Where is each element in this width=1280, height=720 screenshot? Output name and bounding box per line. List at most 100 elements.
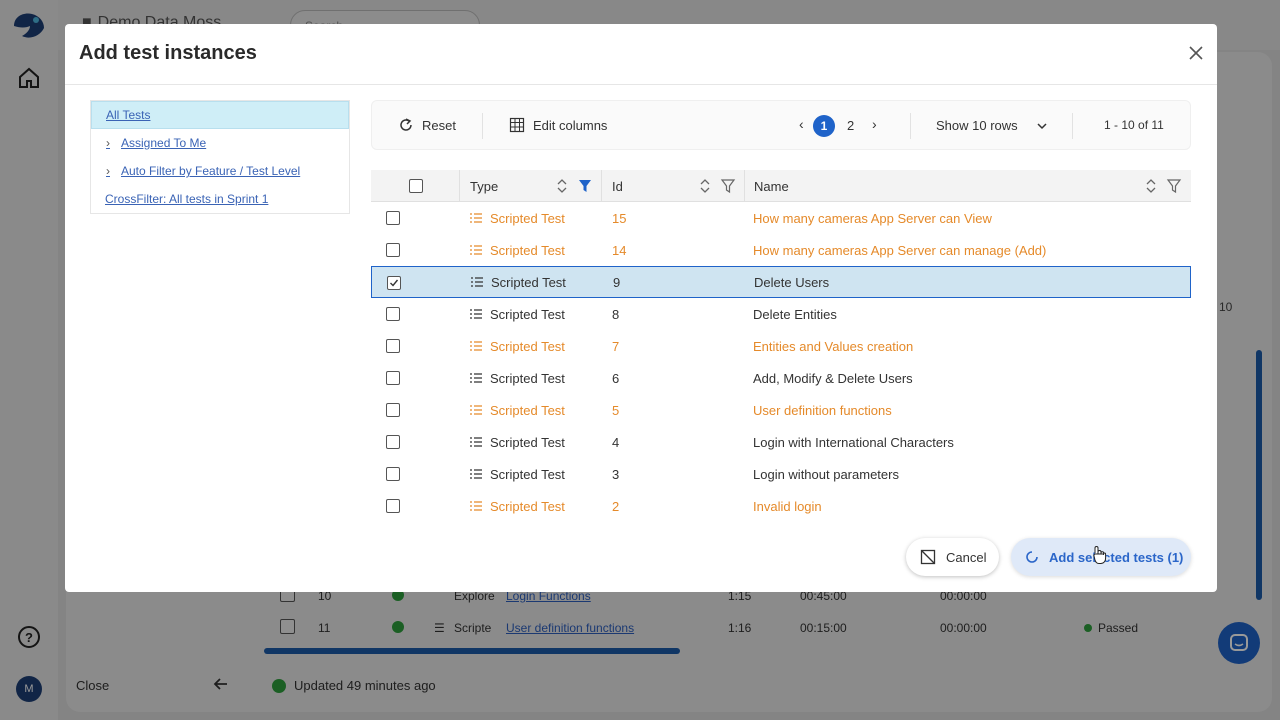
list-icon [470,341,482,351]
pager-next-button[interactable]: › [872,116,877,132]
cancel-icon [920,549,936,565]
list-icon [470,469,482,479]
edit-columns-label: Edit columns [533,117,608,133]
table-row-selected[interactable]: Scripted Test 9 Delete Users [371,266,1191,298]
sort-icon[interactable] [554,178,570,194]
table-toolbar: Reset Edit columns ‹ 1 2 › Show 10 rows [371,100,1191,150]
row-name: Entities and Values creation [753,339,914,354]
cancel-button[interactable]: Cancel [906,538,999,576]
column-header-id[interactable]: Id [612,170,623,202]
filter-assigned-to-me[interactable]: › Assigned To Me [91,129,349,157]
add-selected-label: Add selected tests (1) [1049,549,1184,565]
list-icon [470,373,482,383]
row-name: Add, Modify & Delete Users [753,371,913,386]
row-name: Delete Entities [753,307,837,322]
table-row[interactable]: Scripted Test 3 Login without parameters [371,458,1191,490]
rows-per-page-select[interactable]: Show 10 rows [936,118,1048,133]
list-icon [470,405,482,415]
row-type: Scripted Test [490,307,565,322]
table-row[interactable]: Scripted Test 15 How many cameras App Se… [371,202,1191,234]
row-id: 3 [612,467,620,482]
reset-button[interactable]: Reset [398,117,456,133]
table-row[interactable]: Scripted Test 8 Delete Entities [371,298,1191,330]
filter-label: Assigned To Me [121,136,207,150]
filter-all-tests[interactable]: All Tests [91,101,349,129]
dialog-header: Add test instances [65,24,1217,85]
column-header-name[interactable]: Name [754,170,789,202]
checkmark-icon [390,279,399,287]
row-checkbox-checked[interactable] [387,276,401,290]
filter-label: Auto Filter by Feature / Test Level [121,164,301,178]
cancel-label: Cancel [946,549,987,565]
table-row[interactable]: Scripted Test 14 How many cameras App Se… [371,234,1191,266]
row-checkbox[interactable] [386,243,400,257]
edit-columns-button[interactable]: Edit columns [509,117,607,133]
list-icon [471,277,483,287]
list-icon [470,213,482,223]
table-row[interactable]: Scripted Test 2 Invalid login [371,490,1191,522]
select-all-checkbox[interactable] [409,179,423,193]
table-row[interactable]: Scripted Test 5 User definition function… [371,394,1191,426]
row-checkbox[interactable] [386,435,400,449]
table-header: Type Id Name [371,170,1191,202]
row-id: 8 [612,307,620,322]
row-type: Scripted Test [490,499,565,514]
row-name: Delete Users [754,275,830,290]
row-type: Scripted Test [490,403,565,418]
list-icon [470,309,482,319]
filter-icon[interactable] [720,178,736,194]
table-row[interactable]: Scripted Test 4 Login with International… [371,426,1191,458]
row-checkbox[interactable] [386,499,400,513]
pagination-range: 1 - 10 of 11 [1104,118,1164,132]
column-divider [601,170,602,202]
pager-page-2[interactable]: 2 [847,118,854,133]
row-name: Login without parameters [753,467,899,482]
pager-prev-button[interactable]: ‹ [799,116,804,132]
reset-label: Reset [422,117,456,133]
list-icon [470,245,482,255]
table-row[interactable]: Scripted Test 6 Add, Modify & Delete Use… [371,362,1191,394]
row-type: Scripted Test [490,339,565,354]
chevron-right-icon[interactable]: › [106,136,118,150]
list-icon [470,437,482,447]
row-checkbox[interactable] [386,371,400,385]
filter-list: All Tests › Assigned To Me › Auto Filter… [90,100,350,214]
column-divider [459,170,460,202]
row-checkbox[interactable] [386,403,400,417]
filter-auto-feature[interactable]: › Auto Filter by Feature / Test Level [91,157,349,185]
row-name: User definition functions [753,403,892,418]
chevron-right-icon[interactable]: › [106,164,118,178]
row-type: Scripted Test [491,275,566,290]
row-checkbox[interactable] [386,339,400,353]
row-id: 9 [613,275,621,290]
row-id: 4 [612,435,620,450]
row-name: How many cameras App Server can manage (… [753,243,1047,258]
rows-per-page-label: Show 10 rows [936,118,1018,133]
close-icon[interactable] [1187,44,1205,62]
column-divider [744,170,745,202]
filter-crossfilter[interactable]: CrossFilter: All tests in Sprint 1 [91,185,349,213]
row-name: How many cameras App Server can View [753,211,992,226]
table-row[interactable]: Scripted Test 7 Entities and Values crea… [371,330,1191,362]
toolbar-divider [1072,113,1073,139]
row-id: 15 [612,211,627,226]
row-id: 6 [612,371,620,386]
row-type: Scripted Test [490,211,565,226]
chevron-down-icon [1037,122,1047,129]
filter-icon[interactable] [1166,178,1182,194]
spinner-icon [1026,551,1038,563]
sort-icon[interactable] [1143,178,1159,194]
row-checkbox[interactable] [386,211,400,225]
table-icon [509,117,525,133]
sort-icon[interactable] [697,178,713,194]
column-header-type[interactable]: Type [470,170,498,202]
row-checkbox[interactable] [386,307,400,321]
reset-icon [400,118,412,131]
row-checkbox[interactable] [386,467,400,481]
toolbar-divider [910,113,911,139]
toolbar-divider [482,113,483,139]
row-id: 14 [612,243,627,258]
row-type: Scripted Test [490,371,565,386]
pager-current-page[interactable]: 1 [813,115,835,137]
filter-active-icon[interactable] [577,178,593,194]
